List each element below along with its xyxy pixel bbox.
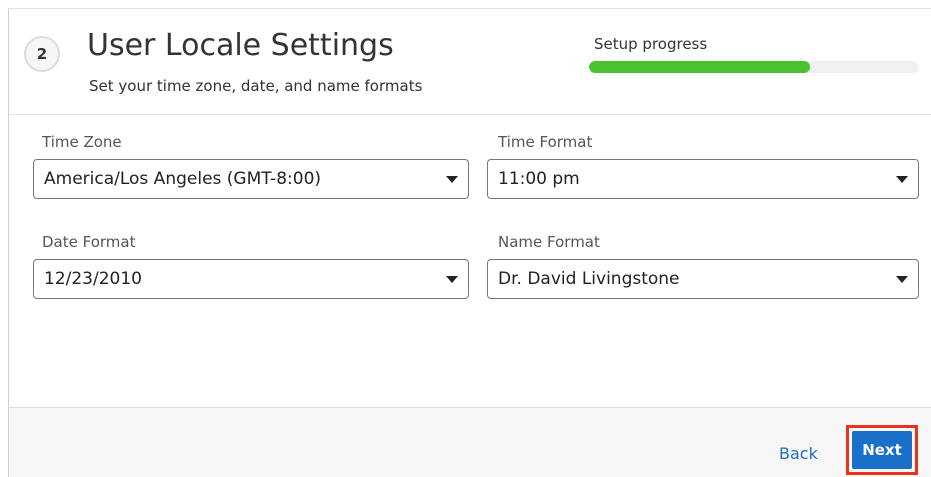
name-format-select[interactable]: Dr. David Livingstone [487, 259, 919, 299]
page-title: User Locale Settings [87, 28, 394, 63]
chevron-down-icon [896, 175, 908, 183]
time-zone-label: Time Zone [42, 133, 122, 151]
chevron-down-icon [896, 275, 908, 283]
time-format-label: Time Format [498, 133, 593, 151]
setup-progress-fill [589, 61, 811, 73]
dialog-footer: Back Next [9, 407, 931, 477]
next-button[interactable]: Next [852, 431, 912, 469]
chevron-down-icon [446, 175, 458, 183]
time-zone-select[interactable]: America/Los Angeles (GMT-8:00) [33, 159, 469, 199]
date-format-value: 12/23/2010 [44, 269, 142, 289]
name-format-value: Dr. David Livingstone [498, 269, 680, 289]
name-format-label: Name Format [498, 233, 600, 251]
date-format-label: Date Format [42, 233, 136, 251]
date-format-select[interactable]: 12/23/2010 [33, 259, 469, 299]
next-button-highlight: Next [846, 425, 918, 475]
time-format-select[interactable]: 11:00 pm [487, 159, 919, 199]
progress-label: Setup progress [594, 35, 708, 53]
time-format-value: 11:00 pm [498, 169, 580, 189]
page-subtitle: Set your time zone, date, and name forma… [89, 77, 423, 95]
chevron-down-icon [446, 275, 458, 283]
dialog-header: 2 User Locale Settings Set your time zon… [9, 9, 931, 115]
setup-progress-bar [589, 61, 919, 73]
back-link[interactable]: Back [779, 441, 818, 467]
locale-settings-dialog: 2 User Locale Settings Set your time zon… [8, 8, 931, 477]
step-number-badge: 2 [24, 36, 60, 72]
time-zone-value: America/Los Angeles (GMT-8:00) [44, 169, 322, 189]
